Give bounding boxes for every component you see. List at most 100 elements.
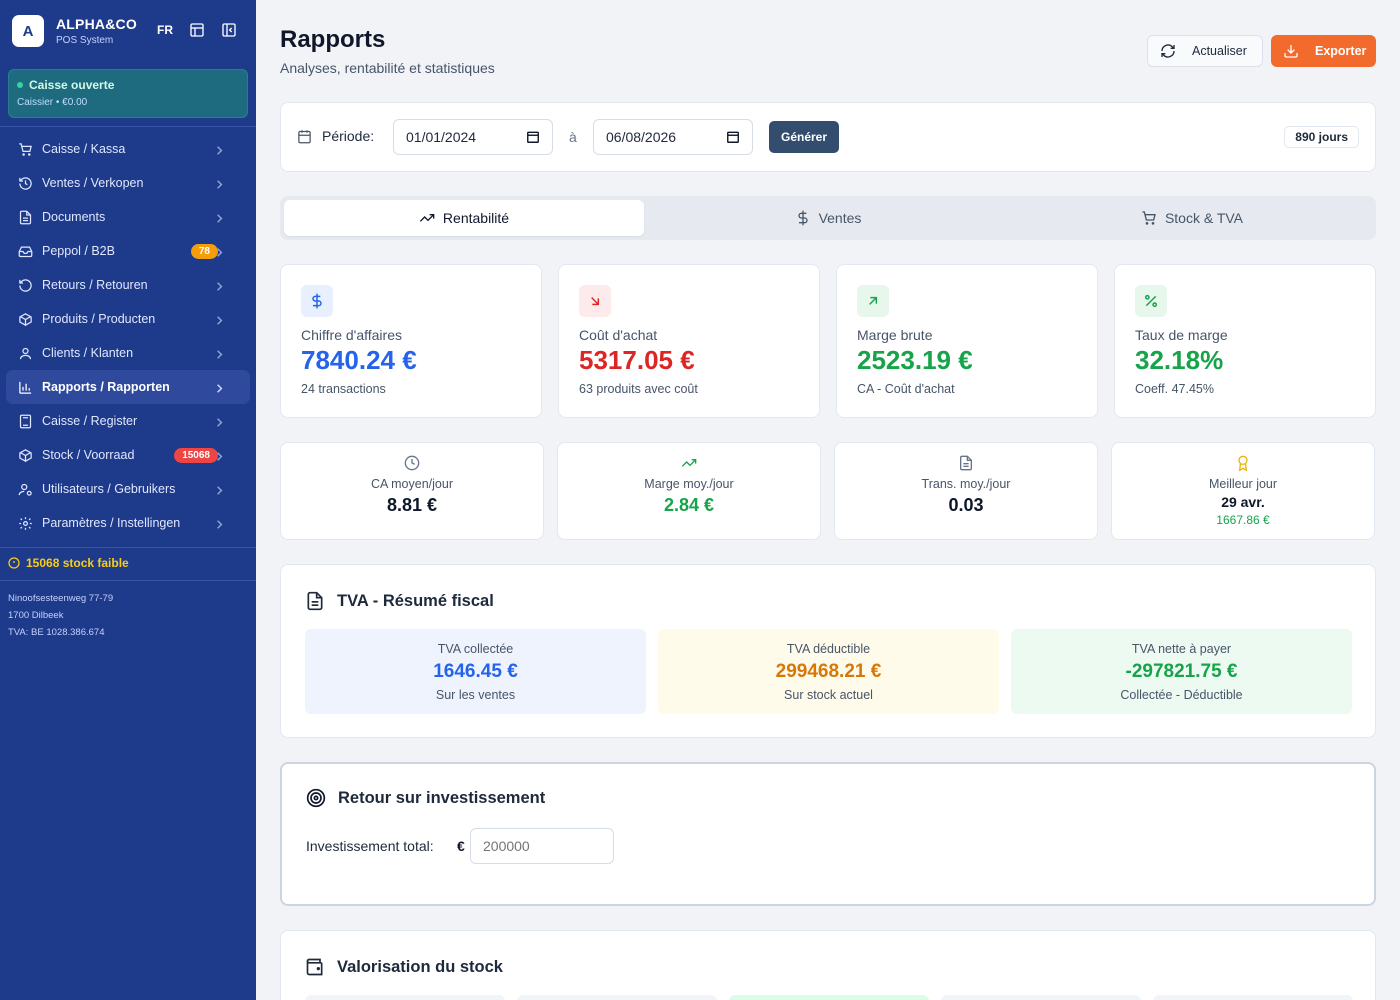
tab-rentabilite[interactable]: Rentabilité xyxy=(284,200,644,236)
address-line: 1700 Dilbeek xyxy=(8,610,64,621)
tab-label: Rentabilité xyxy=(442,210,510,226)
kpi-card-revenue: Chiffre d'affaires 7840.24 € 24 transact… xyxy=(280,264,542,418)
sidebar-item-label: Caisse / Kassa xyxy=(42,142,126,156)
sidebar-item-utilisateurs[interactable]: Utilisateurs / Gebruikers xyxy=(6,472,250,506)
tab-ventes[interactable]: Ventes xyxy=(648,200,1008,236)
sidebar-item-produits[interactable]: Produits / Producten xyxy=(6,302,250,336)
bar-chart-icon xyxy=(19,381,32,394)
tab-label: Stock & TVA xyxy=(1164,210,1244,226)
cart-icon xyxy=(1142,211,1156,225)
low-stock-alert[interactable]: 15068 stock faible xyxy=(8,556,129,570)
sidebar-item-clients[interactable]: Clients / Klanten xyxy=(6,336,250,370)
divider xyxy=(0,126,256,127)
register-status[interactable]: Caisse ouverte Caissier • €0.00 xyxy=(8,69,248,118)
trending-up-icon xyxy=(558,455,820,471)
kpi-value: 5317.05 € xyxy=(579,345,695,375)
package-icon xyxy=(19,448,32,462)
clock-icon xyxy=(281,455,543,471)
kpi-label: Coût d'achat xyxy=(579,327,658,343)
calculator-icon xyxy=(19,414,32,428)
tva-net-box: TVA nette à payer -297821.75 € Collectée… xyxy=(1011,629,1352,714)
stat-value: 29 avr. xyxy=(1221,494,1265,510)
cart-icon xyxy=(19,142,32,156)
register-status-title: Caisse ouverte xyxy=(29,78,115,92)
layout-icon[interactable] xyxy=(189,22,205,38)
calendar-icon[interactable] xyxy=(726,130,740,144)
sidebar-item-retours[interactable]: Retours / Retouren xyxy=(6,268,250,302)
date-to-input[interactable]: 06/08/2026 xyxy=(593,119,753,155)
address-line: Ninoofsesteenweg 77-79 xyxy=(8,593,114,604)
sidebar-item-register[interactable]: Caisse / Register xyxy=(6,404,250,438)
trending-up-icon xyxy=(419,214,435,222)
award-icon xyxy=(1112,455,1374,471)
period-separator: à xyxy=(569,129,577,145)
calendar-icon[interactable] xyxy=(526,130,540,144)
stat-card-avg-transactions: Trans. moy./jour 0.03 xyxy=(834,442,1098,540)
stat-sub: 1667.86 € xyxy=(1216,513,1270,527)
sidebar-item-ventes[interactable]: Ventes / Verkopen xyxy=(6,166,250,200)
refresh-button[interactable]: Actualiser xyxy=(1147,35,1263,67)
chevron-right-icon xyxy=(217,248,223,257)
collapse-sidebar-icon[interactable] xyxy=(221,22,237,38)
dollar-icon xyxy=(797,210,808,226)
brand-name: ALPHA&CO xyxy=(56,16,137,32)
date-from-value: 01/01/2024 xyxy=(406,129,477,145)
undo-icon xyxy=(19,278,32,292)
page-title: Rapports xyxy=(280,26,386,53)
chevron-right-icon xyxy=(217,350,223,359)
stock-valuation-section: Valorisation du stock xyxy=(280,930,1376,1000)
stat-label: Meilleur jour xyxy=(1208,477,1278,491)
language-toggle[interactable]: FR xyxy=(157,23,173,37)
divider xyxy=(0,580,256,581)
divider xyxy=(0,547,256,548)
sidebar-item-rapports[interactable]: Rapports / Rapporten xyxy=(6,370,250,404)
days-badge: 890 jours xyxy=(1284,126,1359,148)
tva-value: 299468.21 € xyxy=(775,661,882,682)
kpi-value: 32.18% xyxy=(1135,345,1224,375)
stat-value: 8.81 € xyxy=(386,495,438,515)
kpi-card-margin-rate: Taux de marge 32.18% Coeff. 47.45% xyxy=(1114,264,1376,418)
tab-stock-tva[interactable]: Stock & TVA xyxy=(1012,200,1372,236)
date-from-input[interactable]: 01/01/2024 xyxy=(393,119,553,155)
generate-button[interactable]: Générer xyxy=(769,121,839,153)
chevron-right-icon xyxy=(217,180,223,189)
brand-subtitle: POS System xyxy=(56,35,114,46)
sidebar-item-stock[interactable]: Stock / Voorraad 15068 xyxy=(6,438,250,472)
kpi-label: Chiffre d'affaires xyxy=(301,327,402,343)
kpi-card-cost: Coût d'achat 5317.05 € 63 produits avec … xyxy=(558,264,820,418)
stat-label: Trans. moy./jour xyxy=(921,477,1011,491)
tva-title-text: TVA - Résumé fiscal xyxy=(337,591,494,610)
export-button[interactable]: Exporter xyxy=(1271,35,1376,67)
tva-sub: Sur stock actuel xyxy=(784,688,873,702)
store-address: Ninoofsesteenweg 77-79 1700 Dilbeek TVA:… xyxy=(8,590,113,641)
investment-label: Investissement total: xyxy=(306,838,434,854)
document-icon xyxy=(19,210,32,224)
sidebar-item-label: Retours / Retouren xyxy=(42,278,148,292)
refresh-label: Actualiser xyxy=(1192,44,1247,58)
dollar-icon xyxy=(301,285,333,317)
sidebar-item-peppol[interactable]: Peppol / B2B 78 xyxy=(6,234,250,268)
brand-logo: A xyxy=(12,15,44,47)
kpi-value: 7840.24 € xyxy=(301,345,417,375)
tva-value: 1646.45 € xyxy=(433,661,518,682)
currency-symbol: € xyxy=(457,838,465,854)
tva-sub: Sur les ventes xyxy=(435,688,516,702)
roi-title: Retour sur investissement xyxy=(306,788,545,808)
sidebar-item-documents[interactable]: Documents xyxy=(6,200,250,234)
sidebar-item-parametres[interactable]: Paramètres / Instellingen xyxy=(6,506,250,540)
chevron-right-icon xyxy=(217,146,223,155)
tva-title: TVA - Résumé fiscal xyxy=(305,591,494,611)
box-icon xyxy=(19,312,32,326)
kpi-label: Taux de marge xyxy=(1135,327,1228,343)
stat-label: CA moyen/jour xyxy=(371,477,453,491)
sidebar-item-caisse[interactable]: Caisse / Kassa xyxy=(6,132,250,166)
stat-value: 2.84 € xyxy=(663,495,715,515)
tab-label: Ventes xyxy=(818,210,862,226)
period-filter: Période: 01/01/2024 à 06/08/2026 Générer… xyxy=(280,102,1376,172)
sidebar: A ALPHA&CO POS System FR Caisse ouverte … xyxy=(0,0,256,1000)
document-icon xyxy=(307,591,323,611)
sidebar-item-label: Clients / Klanten xyxy=(42,346,134,360)
stat-label: Marge moy./jour xyxy=(644,477,734,491)
tva-value: -297821.75 € xyxy=(1125,661,1238,682)
investment-input[interactable] xyxy=(470,828,614,864)
